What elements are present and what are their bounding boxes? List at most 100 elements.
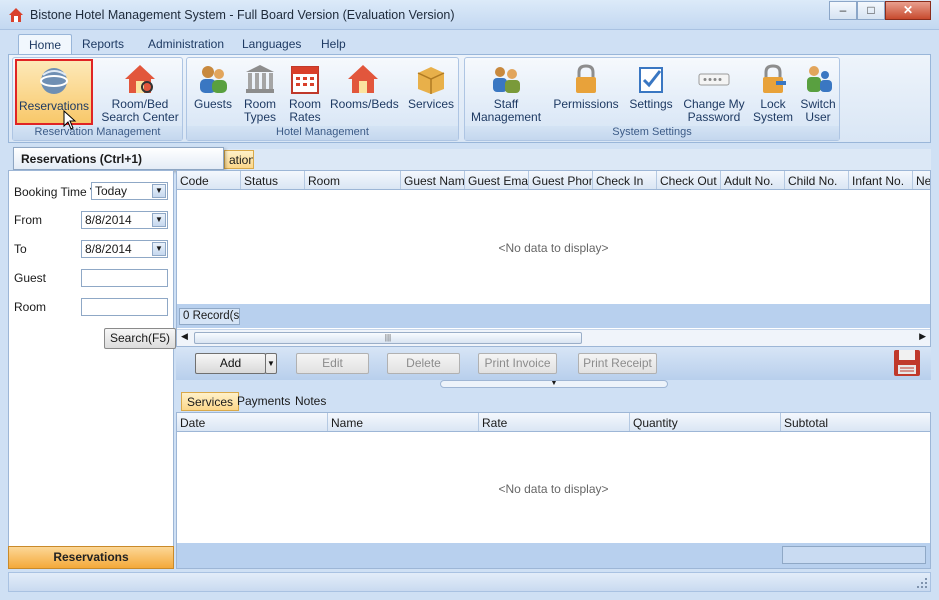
- booking-time-label: Booking Time: [14, 185, 87, 199]
- column-header-quantity[interactable]: Quantity: [630, 413, 781, 431]
- lock-key-icon: [763, 64, 786, 93]
- scrollbar-thumb[interactable]: |||: [194, 332, 582, 344]
- password-field-icon: [698, 73, 730, 86]
- column-header-date[interactable]: Date: [177, 413, 328, 431]
- settings-button[interactable]: Settings: [625, 59, 677, 125]
- tab-payments[interactable]: Payments: [232, 392, 295, 411]
- panel-splitter[interactable]: ▼: [440, 380, 668, 388]
- window-title: Bistone Hotel Management System - Full B…: [30, 8, 455, 22]
- from-label: From: [14, 213, 42, 227]
- chevron-down-icon: ▼: [550, 380, 558, 387]
- print-invoice-button[interactable]: Print Invoice: [478, 353, 557, 374]
- padlock-icon: [576, 64, 596, 93]
- tab-notes[interactable]: Notes: [290, 392, 331, 411]
- staff-management-button[interactable]: Staff Management: [471, 59, 541, 125]
- record-count: 0 Record(s): [179, 308, 240, 325]
- room-rates-label-line2: Rates: [289, 110, 321, 124]
- column-header-child-no[interactable]: Child No.: [785, 171, 849, 189]
- column-header-subtotal[interactable]: Subtotal: [781, 413, 930, 431]
- edit-button[interactable]: Edit: [296, 353, 369, 374]
- rooms-beds-button[interactable]: Rooms/Beds: [330, 59, 399, 125]
- column-header-ne[interactable]: Ne: [913, 171, 930, 189]
- column-header-check-in[interactable]: Check In: [593, 171, 657, 189]
- chevron-down-icon: ▼: [267, 359, 275, 368]
- staff-label-line1: Staff: [493, 97, 519, 111]
- column-header-adult-no[interactable]: Adult No.: [721, 171, 785, 189]
- document-tab-strip: [176, 149, 931, 170]
- tab-languages[interactable]: Languages: [232, 34, 311, 55]
- switch-user-label-line1: Switch: [800, 97, 836, 111]
- column-header-check-out[interactable]: Check Out: [657, 171, 721, 189]
- group-hotel-management: Guests Room Types Room Rates Rooms/Beds: [186, 57, 459, 141]
- tab-reports[interactable]: Reports: [72, 34, 134, 55]
- booking-time-select[interactable]: Today ▼: [91, 182, 168, 200]
- reservations-tooltip: Reservations (Ctrl+1): [13, 147, 224, 170]
- add-dropdown-arrow[interactable]: ▼: [265, 353, 277, 374]
- save-floppy-icon[interactable]: [892, 348, 922, 378]
- room-input[interactable]: [81, 298, 168, 316]
- column-header-status[interactable]: Status: [241, 171, 305, 189]
- from-date-value: 8/8/2014: [85, 213, 132, 227]
- switch-user-button[interactable]: Switch User: [798, 59, 838, 125]
- services-total-box: [782, 546, 926, 564]
- guests-label: Guests: [193, 97, 232, 111]
- navigation-pane-reservations[interactable]: Reservations: [8, 546, 174, 569]
- tab-administration[interactable]: Administration: [138, 34, 234, 55]
- maximize-button[interactable]: □: [857, 1, 885, 20]
- guest-input[interactable]: [81, 269, 168, 287]
- to-date-value: 8/8/2014: [85, 242, 132, 256]
- scroll-left-icon[interactable]: ◀: [181, 331, 188, 342]
- add-button[interactable]: Add: [195, 353, 266, 374]
- grid-header-row: Code Status Room Guest Name Guest Email …: [177, 171, 930, 190]
- horizontal-scrollbar[interactable]: ◀ ||| ▶: [177, 329, 930, 346]
- lock-system-button[interactable]: Lock System: [751, 59, 795, 125]
- to-date-field[interactable]: 8/8/2014 ▼: [81, 240, 168, 258]
- column-header-rate[interactable]: Rate: [479, 413, 630, 431]
- box-icon: [417, 67, 445, 94]
- change-password-label-line2: Password: [687, 110, 741, 124]
- from-date-field[interactable]: 8/8/2014 ▼: [81, 211, 168, 229]
- column-header-guest-name[interactable]: Guest Name: [401, 171, 465, 189]
- reservations-button[interactable]: Reservations: [15, 59, 93, 125]
- guests-button[interactable]: Guests: [191, 59, 235, 125]
- column-header-infant-no[interactable]: Infant No.: [849, 171, 913, 189]
- search-button[interactable]: Search(F5): [104, 328, 176, 349]
- tab-services[interactable]: Services: [181, 392, 240, 411]
- room-bed-label-line1: Room/Bed: [111, 97, 169, 111]
- room-types-label-line2: Types: [243, 110, 276, 124]
- group-label-reservation: Reservation Management: [13, 126, 182, 140]
- tab-home[interactable]: Home: [18, 34, 73, 56]
- room-label: Room: [14, 300, 47, 314]
- column-header-guest-email[interactable]: Guest Email: [465, 171, 529, 189]
- column-header-guest-phone[interactable]: Guest Phone: [529, 171, 593, 189]
- permissions-button[interactable]: Permissions: [549, 59, 623, 125]
- chevron-down-icon[interactable]: ▼: [152, 242, 166, 256]
- resize-grip-icon[interactable]: [916, 577, 928, 589]
- minimize-button[interactable]: –: [829, 1, 857, 20]
- room-rates-button[interactable]: Room Rates: [284, 59, 326, 125]
- room-types-button[interactable]: Room Types: [239, 59, 281, 125]
- tab-reservations[interactable]: ations: [224, 150, 254, 169]
- scroll-right-icon[interactable]: ▶: [919, 331, 926, 342]
- action-toolbar: Add ▼ Edit Delete Print Invoice Print Re…: [176, 347, 931, 380]
- close-button[interactable]: ✕: [885, 1, 931, 20]
- services-button[interactable]: Services: [407, 59, 455, 125]
- column-header-name[interactable]: Name: [328, 413, 479, 431]
- tab-help[interactable]: Help: [311, 34, 356, 55]
- chevron-down-icon[interactable]: ▼: [152, 213, 166, 227]
- change-password-label-line1: Change My: [683, 97, 745, 111]
- group-system-settings: Staff Management Permissions Settings Ch…: [464, 57, 840, 141]
- services-grid-header-row: Date Name Rate Quantity Subtotal: [177, 413, 930, 432]
- reservations-globe-icon: [40, 68, 68, 94]
- print-receipt-button[interactable]: Print Receipt: [578, 353, 657, 374]
- column-header-room[interactable]: Room: [305, 171, 401, 189]
- guests-icon: [200, 66, 227, 93]
- app-house-icon: [9, 8, 23, 22]
- column-header-code[interactable]: Code: [177, 171, 241, 189]
- chevron-down-icon[interactable]: ▼: [152, 184, 166, 198]
- settings-label: Settings: [629, 97, 673, 111]
- guest-label: Guest: [14, 271, 47, 285]
- room-bed-search-center-button[interactable]: Room/Bed Search Center: [99, 59, 181, 125]
- change-password-button[interactable]: Change My Password: [679, 59, 749, 125]
- delete-button[interactable]: Delete: [387, 353, 460, 374]
